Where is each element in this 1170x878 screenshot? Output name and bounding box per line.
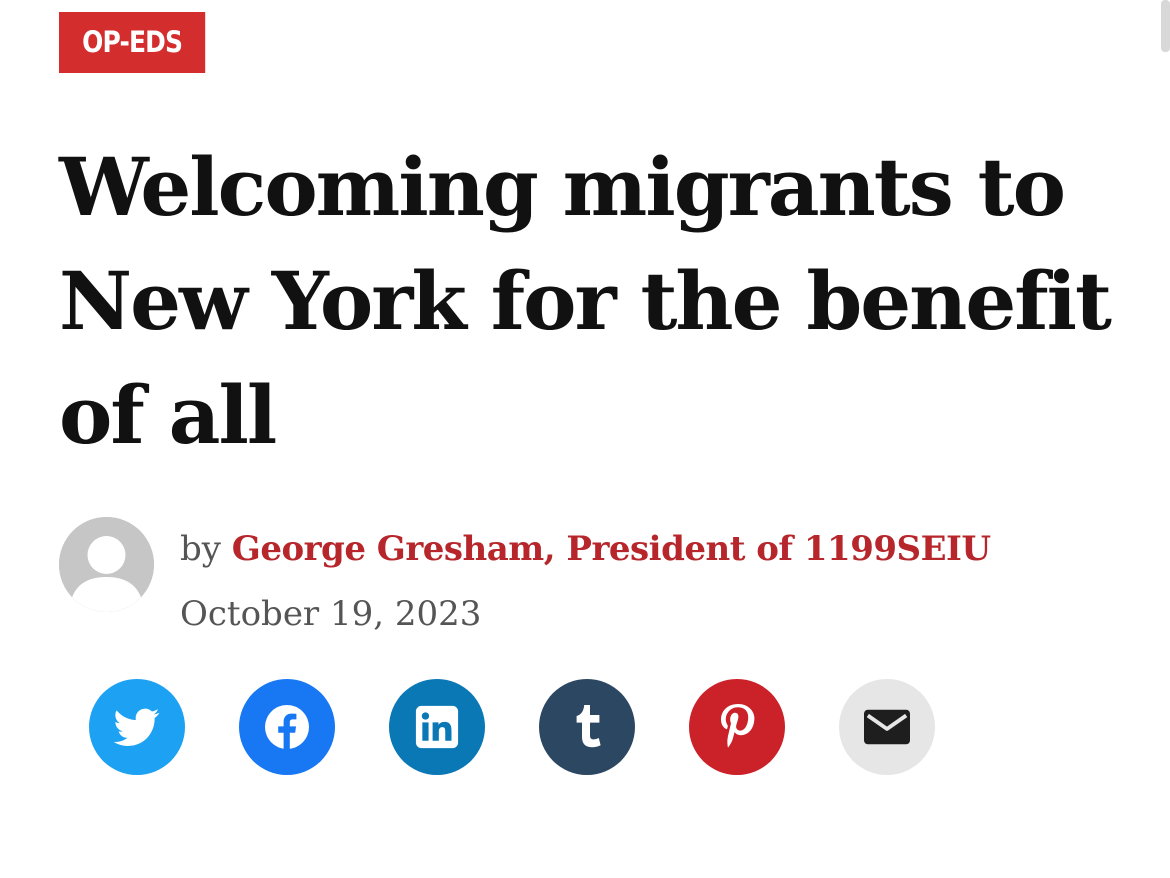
article-page: OP-EDS Welcoming migrants to New York fo… [0,0,1170,878]
share-email-button[interactable] [839,679,935,775]
share-linkedin-button[interactable] [389,679,485,775]
pinterest-icon [721,704,755,748]
share-tumblr-button[interactable] [539,679,635,775]
publish-date: October 19, 2023 [180,594,482,634]
facebook-icon [265,705,309,749]
scrollbar-thumb[interactable] [1161,0,1170,52]
byline-prefix: by [180,529,221,569]
share-facebook-button[interactable] [239,679,335,775]
tumblr-icon [576,705,601,748]
share-twitter-button[interactable] [89,679,185,775]
linkedin-icon [415,705,459,749]
byline: by George Gresham, President of 1199SEIU [180,525,991,573]
author-link[interactable]: George Gresham, President of 1199SEIU [232,529,991,569]
default-avatar-icon [59,517,154,612]
article-headline: Welcoming migrants to New York for the b… [59,140,1112,462]
twitter-icon [114,708,160,746]
category-badge[interactable]: OP-EDS [59,12,206,73]
email-icon [864,709,910,745]
author-avatar[interactable] [59,517,154,612]
share-pinterest-button[interactable] [689,679,785,775]
